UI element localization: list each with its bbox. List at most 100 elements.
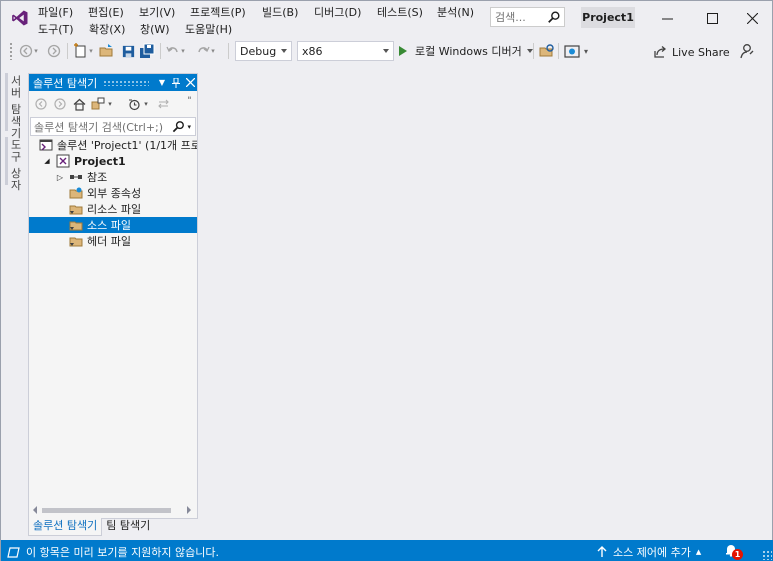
notifications-button[interactable]: 1 [724, 543, 743, 560]
solution-configuration-select[interactable]: Debug [235, 41, 292, 61]
navigate-forward-button[interactable] [45, 41, 63, 61]
pin-icon [172, 77, 180, 88]
menu-help[interactable]: 도움말(H) [184, 22, 244, 38]
chevron-down-icon [526, 49, 533, 53]
solution-explorer-search[interactable]: 솔루션 탐색기 검색(Ctrl+;) ▾ [30, 117, 196, 136]
se-filter-dropdown[interactable]: ▾ [142, 96, 150, 112]
tab-team-explorer[interactable]: 팀 탐색기 [102, 518, 154, 536]
menu-project[interactable]: 프로젝트(P) [189, 5, 261, 21]
solution-explorer-title-bar[interactable]: 솔루션 탐색기 ▼ [29, 74, 197, 91]
se-switch-views-dropdown[interactable]: ▾ [106, 96, 114, 112]
collapsed-arrow-icon[interactable]: ▷ [51, 173, 69, 182]
horizontal-scrollbar[interactable] [31, 504, 195, 516]
menu-window[interactable]: 창(W) [139, 22, 184, 38]
panel-pin-button[interactable] [169, 76, 183, 90]
find-in-files-button[interactable] [538, 41, 556, 61]
menu-bar-row-1: 파일(F) 편집(E) 보기(V) 프로젝트(P) 빌드(B) 디버그(D) 테… [37, 5, 490, 21]
tree-item-source-files[interactable]: 소스 파일 [29, 217, 197, 233]
camera-icon [564, 45, 580, 58]
home-icon [73, 98, 85, 111]
toolbar-overflow-button[interactable]: ▾ [581, 41, 591, 61]
arrow-up-icon [597, 546, 607, 557]
configuration-value: Debug [240, 44, 277, 58]
navigate-back-dropdown[interactable]: ▾ [32, 41, 40, 61]
filter-folder-icon [69, 234, 83, 248]
menu-tools[interactable]: 도구(T) [37, 22, 88, 38]
clock-filter-icon [128, 99, 140, 110]
toolbox-tab[interactable]: 도구 상자 [9, 139, 23, 192]
se-home-button[interactable] [71, 96, 87, 112]
menu-file[interactable]: 파일(F) [37, 5, 87, 21]
menu-build[interactable]: 빌드(B) [261, 5, 313, 21]
scrollbar-thumb[interactable] [42, 508, 171, 513]
tree-item-references[interactable]: ▷ 참조 [29, 169, 197, 185]
ide-window: 파일(F) 편집(E) 보기(V) 프로젝트(P) 빌드(B) 디버그(D) 테… [0, 0, 773, 561]
solution-explorer-toolbar: ▾ ▾ '' [29, 93, 197, 115]
panel-drag-grip[interactable] [103, 79, 149, 86]
se-switch-views-button[interactable] [90, 96, 106, 112]
tree-item-header-files[interactable]: 헤더 파일 [29, 233, 197, 249]
se-back-button[interactable] [33, 96, 49, 112]
menu-edit[interactable]: 편집(E) [87, 5, 138, 21]
quick-launch-search[interactable]: 검색... [490, 7, 565, 27]
references-icon [69, 170, 83, 184]
tree-item-label: 외부 종속성 [87, 187, 142, 200]
tab-solution-explorer[interactable]: 솔루션 탐색기 [28, 518, 103, 536]
tree-item-label: Project1 [74, 154, 126, 168]
menu-bar-row-2: 도구(T) 확장(X) 창(W) 도움말(H) [37, 22, 244, 38]
live-share-label: Live Share [672, 45, 730, 59]
menu-view[interactable]: 보기(V) [138, 5, 189, 21]
chevron-down-icon [383, 49, 389, 53]
feedback-button[interactable] [738, 41, 756, 61]
scroll-left-icon[interactable] [33, 506, 37, 514]
close-icon [746, 12, 758, 24]
scroll-right-icon[interactable] [187, 506, 191, 514]
tree-item-resource-files[interactable]: 리소스 파일 [29, 201, 197, 217]
maximize-button[interactable] [692, 5, 732, 31]
project-title: Project1 [581, 7, 635, 28]
save-button[interactable] [119, 41, 137, 61]
search-icon [548, 11, 560, 23]
se-pending-changes-filter-button[interactable] [126, 96, 142, 112]
se-forward-button[interactable] [52, 96, 68, 112]
screenshot-button[interactable] [563, 41, 581, 61]
add-to-source-control-button[interactable]: 소스 제어에 추가 ▲ [597, 544, 701, 560]
save-all-button[interactable] [138, 41, 156, 61]
tree-item-solution[interactable]: 솔루션 'Project1' (1/1개 프로젝트) [29, 137, 197, 153]
solution-platform-select[interactable]: x86 [297, 41, 394, 61]
project-icon [56, 154, 70, 168]
live-share-button[interactable]: Live Share [653, 43, 730, 61]
minimize-button[interactable] [647, 5, 687, 31]
status-bar: 이 항목은 미리 보기를 지원하지 않습니다. 소스 제어에 추가 ▲ 1 [1, 540, 773, 561]
panel-close-button[interactable] [183, 76, 197, 90]
expanded-arrow-icon[interactable]: ◢ [38, 157, 56, 165]
new-project-dropdown[interactable]: ▾ [87, 41, 95, 61]
tree-item-project[interactable]: ◢ Project1 [29, 153, 197, 169]
source-control-label: 소스 제어에 추가 [613, 546, 691, 559]
se-sync-button[interactable] [155, 96, 171, 112]
menu-test[interactable]: 테스트(S) [376, 5, 436, 21]
close-button[interactable] [732, 5, 772, 31]
visual-studio-logo-icon [12, 10, 28, 26]
undo-dropdown[interactable]: ▾ [179, 41, 187, 61]
feedback-person-icon [740, 44, 754, 59]
filter-folder-icon [69, 218, 83, 232]
open-folder-icon [99, 44, 113, 57]
chevron-up-icon: ▲ [695, 548, 702, 556]
menu-analyze[interactable]: 분석(N) [436, 5, 490, 21]
chevron-down-icon[interactable]: ▾ [187, 123, 191, 131]
redo-dropdown[interactable]: ▾ [209, 41, 217, 61]
quick-launch-placeholder: 검색... [495, 11, 526, 24]
open-file-button[interactable] [98, 41, 116, 61]
window-resize-grip[interactable] [762, 550, 772, 560]
panel-window-position-button[interactable]: ▼ [155, 76, 169, 90]
filter-folder-icon [69, 202, 83, 216]
server-explorer-tab[interactable]: 서버 탐색기 [9, 75, 23, 140]
standard-toolbar: ▾ ▾ ▾ ▾ Debug x86 로컬 Windows 디버거 ▾ Live … [1, 39, 773, 63]
start-debugging-button[interactable]: 로컬 Windows 디버거 [399, 41, 533, 61]
toolbar-grip[interactable] [9, 42, 13, 60]
menu-debug[interactable]: 디버그(D) [313, 5, 376, 21]
se-toolbar-overflow[interactable]: '' [184, 93, 194, 109]
menu-extensions[interactable]: 확장(X) [88, 22, 139, 38]
tree-item-external-dependencies[interactable]: 외부 종속성 [29, 185, 197, 201]
